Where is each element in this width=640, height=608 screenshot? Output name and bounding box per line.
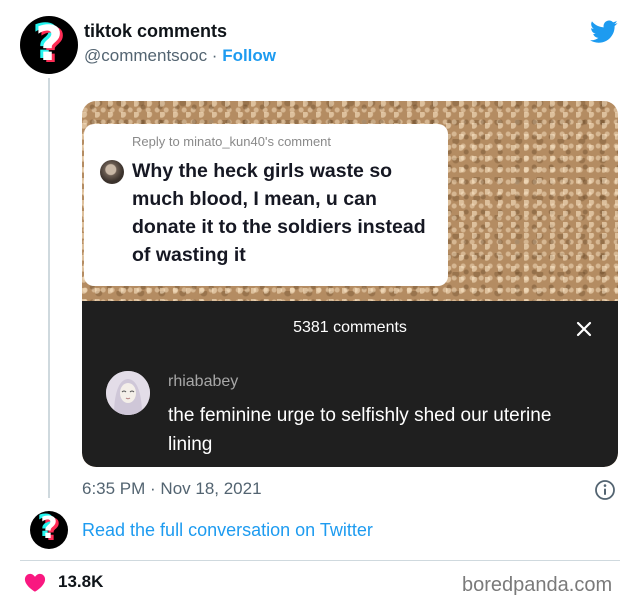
display-name[interactable]: tiktok comments [84,21,227,42]
tiktok-comments-panel: 5381 comments rhiababey the feminine urg… [82,301,618,467]
question-mark-logo-icon: ??? [32,14,66,74]
follow-button[interactable]: Follow [222,46,276,65]
profile-avatar[interactable]: ??? [20,14,78,74]
comment-text: the feminine urge to selfishly shed our … [168,405,552,455]
separator-dot: · [207,46,223,65]
thread-line [48,78,50,498]
reply-avatar [100,160,124,184]
question-mark-logo-icon: ??? [37,509,61,548]
conversation-avatar: ??? [30,509,68,549]
like-count: 13.8K [58,572,104,591]
reply-text: Why the heck girls waste so much blood, … [132,160,426,266]
handle-row: @commentsooc · Follow [84,46,276,66]
info-icon[interactable] [594,479,616,501]
tiktok-reply-bubble: Reply to minato_kun40's comment Why the … [84,124,448,286]
commenter-name: rhiababey [168,373,239,390]
comments-count: 5381 comments [293,319,407,336]
tweet-timestamp[interactable]: 6:35 PM · Nov 18, 2021 [82,479,262,499]
commenter-avatar [106,371,150,415]
boredpanda-watermark: boredpanda.com [462,574,613,596]
user-handle[interactable]: @commentsooc [84,46,207,65]
tweet-card: ??? tiktok comments @commentsooc · Follo… [0,0,640,608]
heart-icon[interactable] [24,572,46,592]
divider [20,560,620,561]
reply-to-label: Reply to minato_kun40's comment [132,134,332,149]
tweet-media-image[interactable]: Reply to minato_kun40's comment Why the … [82,101,618,467]
close-icon[interactable] [572,317,596,341]
read-conversation-link[interactable]: Read the full conversation on Twitter [82,520,373,541]
twitter-bird-icon[interactable] [590,20,618,44]
